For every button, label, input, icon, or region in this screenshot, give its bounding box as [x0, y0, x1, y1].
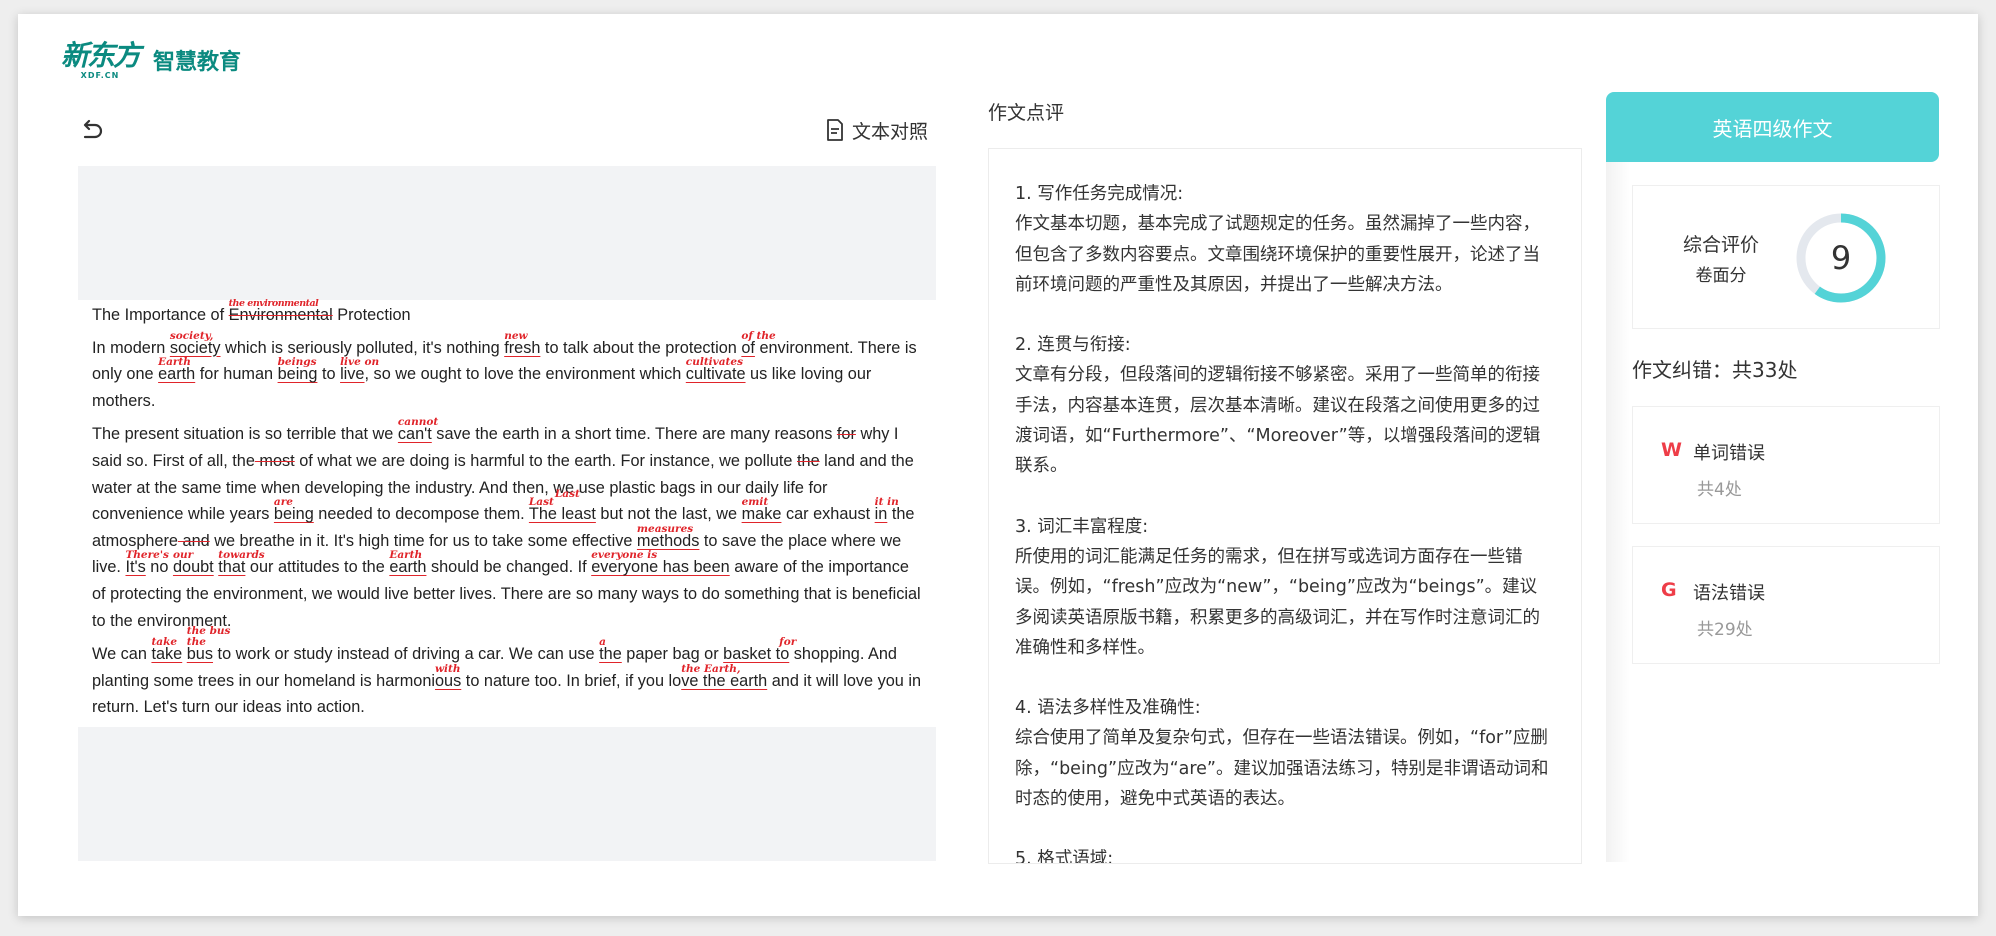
grammar-error-card[interactable]: G 语法错误 共29处 [1632, 546, 1940, 664]
correction: the bus [186, 625, 231, 638]
text-compare-button[interactable]: 文本对照 [826, 116, 928, 144]
correction: it in [874, 496, 899, 509]
word-error-card[interactable]: W 单词错误 共4处 [1632, 406, 1940, 524]
correction: the environmental [228, 298, 319, 309]
word-error-count: 共4处 [1697, 480, 1742, 500]
logo-brand-name: 新东方 [61, 38, 141, 72]
review-section: 2. 连贯与衔接: 文章有分段，但段落间的逻辑衔接不够紧密。采用了一些简单的衔接… [1015, 330, 1553, 481]
essay-margin-bottom [78, 727, 936, 861]
review-section-body: 综合使用了简单及复杂句式，但存在一些语法错误。例如，“for”应删除，“bein… [1015, 728, 1549, 810]
document-icon [827, 119, 843, 141]
review-section: 1. 写作任务完成情况: 作文基本切题，基本完成了试题规定的任务。虽然漏掉了一些… [1015, 179, 1553, 300]
essay-title: The Importance of Environmental the envir… [92, 298, 411, 324]
correction: Earth [389, 549, 423, 562]
review-section: 4. 语法多样性及准确性: 综合使用了简单及复杂句式，但存在一些语法错误。例如，… [1015, 693, 1553, 814]
review-section-heading: 3. 词汇丰富程度: [1015, 516, 1149, 537]
review-panel[interactable]: 1. 写作任务完成情况: 作文基本切题，基本完成了试题规定的任务。虽然漏掉了一些… [988, 148, 1582, 864]
correction: live on [340, 356, 380, 369]
review-title: 作文点评 [988, 102, 1065, 124]
correction: are [273, 496, 293, 509]
essay-panel: The Importance of Environmental the envir… [78, 298, 936, 728]
word-error-icon: W [1661, 439, 1682, 461]
score-card: 综合评价 卷面分 9 [1632, 185, 1940, 329]
review-section-heading: 2. 连贯与衔接: [1015, 335, 1131, 356]
grade-tab-button[interactable]: 英语四级作文 [1606, 92, 1939, 162]
review-section: 5. 格式语域: [1015, 844, 1553, 864]
correction: our [172, 549, 194, 562]
correction: the Earth, [681, 662, 741, 675]
panel-divider [1606, 162, 1630, 862]
essay-paragraph-1: In modern society society, which is serio… [92, 329, 917, 410]
correction: cannot [397, 416, 439, 429]
essay-margin-top [78, 166, 936, 300]
essay-paragraph-3: We can take take bus the the bus to work or… [92, 625, 922, 717]
score-label: 综合评价 [1683, 234, 1760, 256]
correction: Last [554, 488, 580, 501]
review-section-body: 文章有分段，但段落间的逻辑衔接不够紧密。采用了一些简单的衔接手法，内容基本连贯，… [1015, 365, 1541, 477]
score-sub-label: 卷面分 [1695, 266, 1747, 286]
review-section-heading: 5. 格式语域: [1015, 849, 1114, 864]
correction: the [186, 636, 206, 649]
logo-mark: 新东方 XDF.CN [61, 38, 141, 80]
correction: Earth [158, 356, 191, 369]
correction: measures [636, 522, 694, 535]
correction: towards [218, 549, 265, 562]
correction: with [435, 662, 461, 675]
logo-domain: XDF.CN [80, 70, 120, 80]
review-section-body: 作文基本切题，基本完成了试题规定的任务。虽然漏掉了一些内容，但包含了多数内容要点… [1015, 214, 1540, 295]
review-section: 3. 词汇丰富程度: 所使用的词汇能满足任务的需求，但在拼写或选词方面存在一些错… [1015, 512, 1553, 663]
correction: beings [277, 356, 317, 369]
correction: Last [528, 496, 554, 509]
review-section-heading: 4. 语法多样性及准确性: [1015, 698, 1201, 719]
review-section-body: 所使用的词汇能满足任务的需求，但在拼写或选词方面存在一些错误。例如，“fresh… [1015, 546, 1540, 658]
undo-icon [83, 119, 103, 139]
correction: society, [169, 329, 214, 342]
word-error-label: 单词错误 [1693, 443, 1765, 464]
brand-logo: 新东方 XDF.CN 智慧教育 [61, 39, 241, 81]
correction: of the [741, 329, 776, 342]
correction: There's [125, 549, 169, 562]
error-total: 作文纠错：共33处 [1632, 358, 1798, 382]
grammar-error-count: 共29处 [1697, 620, 1753, 640]
grammar-error-label: 语法错误 [1693, 583, 1765, 604]
correction: a [599, 636, 606, 649]
text-compare-label: 文本对照 [852, 120, 929, 143]
correction: cultivates [685, 356, 743, 369]
grammar-error-icon: G [1661, 579, 1677, 601]
logo-product-name: 智慧教育 [153, 50, 242, 75]
review-section-heading: 1. 写作任务完成情况: [1015, 184, 1184, 204]
essay-text: The Importance of Environmental the envir… [92, 298, 922, 728]
score-value: 9 [1830, 239, 1852, 277]
undo-button[interactable] [78, 116, 106, 144]
correction: everyone is [591, 549, 658, 562]
essay-paragraph-2: The present situation is so terrible tha… [92, 416, 921, 630]
correction: new [504, 329, 528, 342]
correction: for [779, 636, 797, 649]
correction: emit [741, 496, 769, 509]
correction: take [151, 636, 178, 649]
